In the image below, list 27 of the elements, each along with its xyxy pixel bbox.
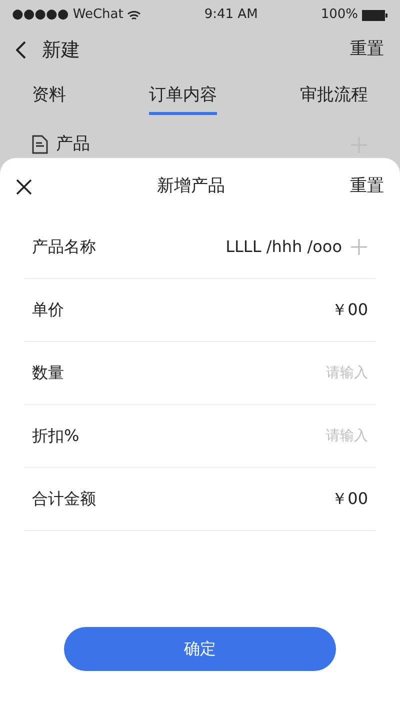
close-icon[interactable] — [16, 179, 32, 195]
tab[interactable]: 审批流程 — [300, 74, 368, 116]
section-title: 产品 — [56, 133, 90, 156]
carrier-text: ●●●●● WeChat — [12, 6, 124, 24]
reset-button[interactable]: 重置 — [350, 37, 384, 63]
battery-icon — [362, 10, 388, 20]
time-text: 9:41 AM — [204, 6, 258, 24]
field-value: ￥00 — [332, 488, 368, 510]
field-value[interactable]: LLLL /hhh /ooo — [226, 235, 342, 259]
tab[interactable]: 资料 — [32, 74, 66, 116]
input-field[interactable]: 请输入 — [248, 426, 368, 446]
field-value: ￥00 — [332, 299, 368, 321]
field-label: 数量 — [32, 362, 64, 384]
battery-text: 100% — [320, 6, 358, 24]
reset-button[interactable]: 重置 — [350, 174, 384, 200]
confirm-button[interactable]: 确定 — [64, 627, 336, 671]
tab[interactable]: 订单内容 — [149, 74, 217, 116]
field-label: 产品名称 — [32, 236, 96, 258]
field-label: 合计金额 — [32, 488, 96, 510]
wifi-icon — [127, 10, 142, 20]
page-title: 新建 — [42, 38, 80, 63]
sheet-title: 新增产品 — [156, 175, 226, 198]
field-label: 单价 — [32, 299, 64, 321]
input-field[interactable]: 请输入 — [248, 362, 368, 384]
back-icon[interactable] — [16, 41, 26, 59]
field-label: 折扣% — [32, 425, 80, 447]
document-icon — [32, 135, 48, 154]
